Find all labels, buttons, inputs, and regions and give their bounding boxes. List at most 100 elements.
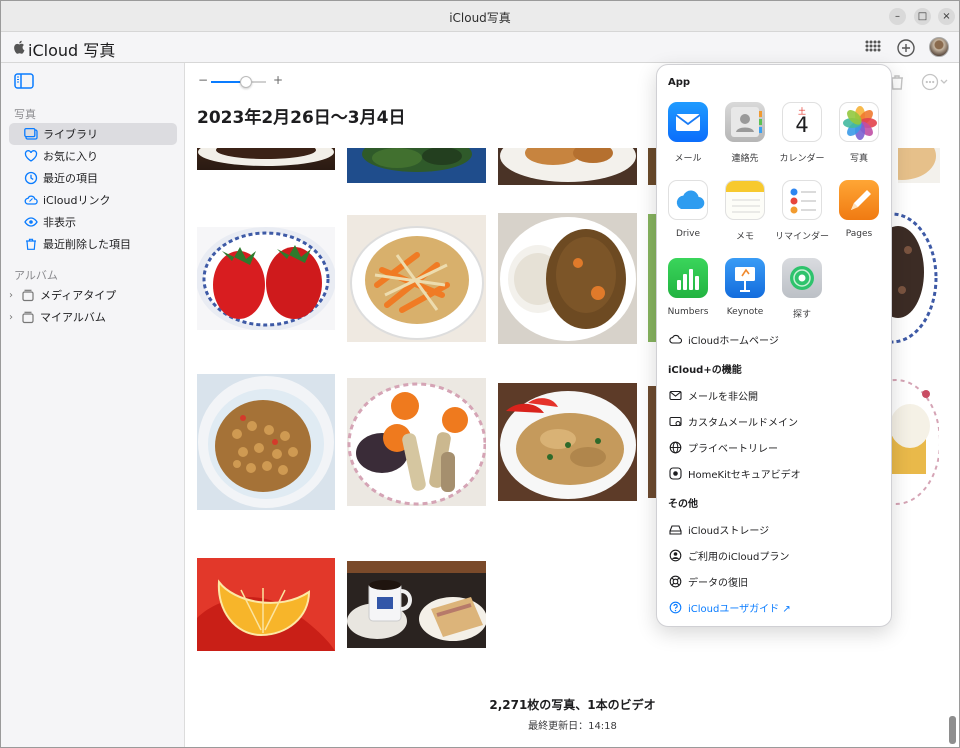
app-mail[interactable]: メール	[661, 102, 715, 164]
app-pages[interactable]: Pages	[832, 180, 886, 239]
photo-thumbnail[interactable]	[347, 378, 486, 506]
photo-thumbnail[interactable]	[197, 558, 335, 651]
sidebar-item-icloud-links[interactable]: iCloudリンク	[9, 189, 177, 211]
app-contacts[interactable]: 連絡先	[718, 102, 772, 164]
globe-icon	[669, 441, 682, 454]
apps-popover: App メール 連絡先 土 4 カレンダー 写真 Drive メモ リマインダー…	[656, 64, 892, 627]
sidebar-item-label: 非表示	[43, 216, 76, 229]
icloud-user-guide-link[interactable]: iCloudユーザガイド ↗	[669, 599, 791, 615]
app-numbers[interactable]: Numbers	[661, 258, 715, 317]
app-label: Pages	[845, 229, 873, 239]
row-label: カスタムメールドメイン	[688, 417, 798, 429]
sidebar-item-label: 最近の項目	[43, 172, 98, 185]
photo-thumbnail[interactable]	[498, 383, 637, 501]
app-label: Keynote	[726, 307, 764, 317]
sidebar-item-label: お気に入り	[43, 150, 98, 163]
sidebar-item-hidden[interactable]: 非表示	[9, 211, 177, 233]
sidebar-item-label: ライブラリ	[43, 128, 98, 141]
app-find-my[interactable]: 探す	[775, 258, 829, 320]
photo-thumbnail[interactable]	[498, 213, 637, 344]
add-icon[interactable]	[896, 38, 916, 58]
row-label: ご利用のiCloudプラン	[688, 551, 790, 563]
photo-thumbnail[interactable]	[892, 210, 939, 347]
apple-logo-icon	[13, 40, 25, 58]
photo-thumbnail[interactable]	[892, 148, 940, 183]
photo-thumbnail[interactable]	[347, 148, 486, 183]
zoom-out-button[interactable]: −	[198, 73, 208, 87]
title-bar: iCloud写真 – □ ×	[1, 1, 959, 32]
close-button[interactable]: ×	[938, 8, 955, 25]
app-grid-icon[interactable]	[863, 38, 883, 58]
app-calendar[interactable]: 土 4 カレンダー	[775, 102, 829, 164]
row-label: データの復旧	[688, 577, 748, 589]
app-label: カレンダー	[779, 154, 825, 164]
app-window: iCloud写真 – □ × iCloud 写真 写真 ライブラリ お気に入り …	[0, 0, 960, 748]
help-icon	[669, 601, 682, 614]
data-recovery-link[interactable]: データの復旧	[669, 573, 748, 589]
eye-icon	[24, 215, 38, 229]
minimize-button[interactable]: –	[889, 8, 906, 25]
icloud-storage-link[interactable]: iCloudストレージ	[669, 521, 769, 537]
album-stack-icon	[21, 288, 35, 302]
row-label: iCloudストレージ	[688, 525, 770, 537]
reminders-icon	[782, 180, 822, 220]
sidebar-item-favorites[interactable]: お気に入り	[9, 145, 177, 167]
icloud-plan-link[interactable]: ご利用のiCloudプラン	[669, 547, 789, 563]
app-reminders[interactable]: リマインダー	[775, 180, 829, 242]
app-drive[interactable]: Drive	[661, 180, 715, 239]
zoom-in-button[interactable]: +	[273, 73, 283, 87]
calendar-date: 4	[795, 113, 809, 137]
account-avatar[interactable]	[929, 37, 949, 57]
photos-section-header: 写真	[14, 108, 36, 121]
sidebar-item-media-types[interactable]: › メディアタイプ	[5, 284, 173, 306]
window-title: iCloud写真	[449, 11, 511, 25]
maximize-button[interactable]: □	[914, 8, 931, 25]
photo-thumbnail[interactable]	[197, 227, 335, 330]
app-name: iCloud 写真	[28, 41, 116, 60]
drive-storage-icon	[669, 523, 682, 536]
sidebar-item-label: iCloudリンク	[43, 194, 111, 207]
sidebar-item-library[interactable]: ライブラリ	[9, 123, 177, 145]
cloud-person-icon	[669, 549, 682, 562]
mail-hide-icon	[669, 389, 682, 402]
row-label: プライベートリレー	[688, 443, 778, 455]
lifebuoy-icon	[669, 575, 682, 588]
scrollbar-thumb[interactable]	[949, 716, 956, 744]
zoom-knob[interactable]	[240, 76, 252, 88]
more-options-icon[interactable]	[921, 73, 951, 91]
row-label: メールを非公開	[688, 391, 758, 403]
heart-icon	[24, 149, 38, 163]
sidebar-toggle-icon[interactable]	[14, 73, 34, 89]
icloud-homepage-link[interactable]: iCloudホームページ	[669, 331, 779, 347]
sidebar-item-label: マイアルバム	[40, 311, 106, 324]
app-label: Drive	[676, 229, 700, 239]
private-relay-link[interactable]: プライベートリレー	[669, 439, 778, 455]
last-updated: 最終更新日：14:18	[528, 721, 617, 732]
sidebar-item-label: メディアタイプ	[40, 289, 117, 302]
hide-my-email-link[interactable]: メールを非公開	[669, 387, 758, 403]
chevron-right-icon[interactable]: ›	[9, 290, 17, 301]
custom-email-domain-link[interactable]: カスタムメールドメイン	[669, 413, 798, 429]
sidebar-item-recents[interactable]: 最近の項目	[9, 167, 177, 189]
zoom-slider[interactable]: − +	[198, 73, 288, 89]
photo-thumbnail[interactable]	[197, 374, 335, 510]
row-label: iCloudホームページ	[688, 335, 779, 347]
sidebar-item-my-albums[interactable]: › マイアルバム	[5, 306, 173, 328]
album-stack-icon	[21, 310, 35, 324]
app-photos[interactable]: 写真	[832, 102, 886, 164]
photo-thumbnail[interactable]	[498, 148, 637, 185]
clock-icon	[24, 171, 38, 185]
homekit-video-link[interactable]: HomeKitセキュアビデオ	[669, 465, 801, 481]
app-notes[interactable]: メモ	[718, 180, 772, 242]
photo-thumbnail[interactable]	[347, 561, 486, 648]
photo-thumbnail[interactable]	[197, 148, 335, 170]
app-brand[interactable]: iCloud 写真	[13, 37, 115, 61]
app-keynote[interactable]: Keynote	[718, 258, 772, 317]
photo-thumbnail[interactable]	[347, 215, 486, 342]
sidebar-item-recently-deleted[interactable]: 最近削除した項目	[9, 233, 177, 255]
contacts-icon	[725, 102, 765, 142]
mail-icon	[668, 102, 708, 142]
app-label: リマインダー	[775, 232, 830, 242]
chevron-right-icon[interactable]: ›	[9, 312, 17, 323]
photo-thumbnail[interactable]	[892, 374, 939, 510]
